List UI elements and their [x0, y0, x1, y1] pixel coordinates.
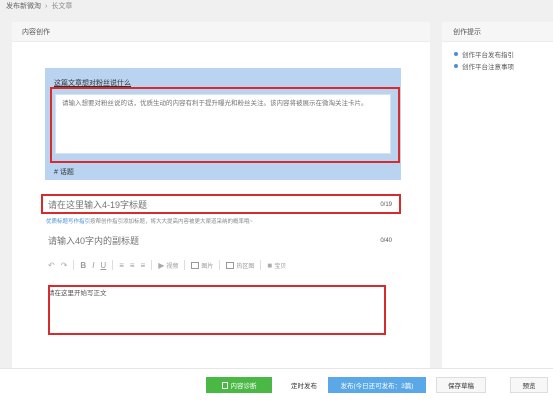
title-counter: 0/19 — [380, 202, 392, 208]
redo-icon[interactable]: ↷ — [61, 261, 68, 270]
insert-product-button[interactable]: ■ 宝贝 — [267, 261, 286, 270]
action-bar: 内容诊断 定时发布 发布(今日还可发布：3篇) 保存草稿 预览 — [0, 368, 553, 400]
diagnose-label: 内容诊断 — [230, 383, 257, 390]
bullet-icon — [454, 52, 458, 56]
toolbar-divider — [219, 260, 221, 270]
editor-toolbar: ↶ ↷ B I U ≡ ≡ ≡ ▶ 视频 图片 热区图 ■ 宝贝 — [48, 258, 286, 272]
preview-button[interactable]: 预览 — [510, 377, 548, 393]
subtitle-counter: 0/40 — [380, 238, 392, 244]
bold-button[interactable]: B — [80, 261, 86, 270]
topic-button[interactable]: # 话题 — [54, 167, 74, 177]
hint-text: 按帮创作指引添加标题，将大大提高内容被更大渠道采纳的概率哦~ — [90, 219, 253, 225]
toolbar-divider — [184, 260, 186, 270]
product-label: 宝贝 — [274, 263, 287, 270]
insert-video-button[interactable]: ▶ 视频 — [158, 261, 178, 270]
bag-icon: ■ — [267, 260, 273, 270]
tip-link-guide[interactable]: 创作平台发布指引 — [454, 48, 553, 60]
save-draft-button[interactable]: 保存草稿 — [436, 377, 486, 393]
insert-image-button[interactable]: 图片 — [191, 261, 213, 270]
tips-panel-title: 创作提示 — [442, 22, 553, 42]
bullet-icon — [454, 64, 458, 68]
breadcrumb-current: 长文章 — [51, 3, 73, 10]
tip-label: 创作平台发布指引 — [462, 52, 514, 59]
image-label: 图片 — [201, 263, 214, 270]
toolbar-divider — [73, 260, 75, 270]
insert-hotspot-button[interactable]: 热区图 — [226, 261, 254, 270]
title-row: 0/19 — [44, 196, 396, 214]
diagnose-button[interactable]: 内容诊断 — [206, 377, 272, 393]
align-right-button[interactable]: ≡ — [141, 261, 146, 270]
subtitle-row: 0/40 — [44, 233, 396, 249]
title-input[interactable] — [48, 200, 348, 210]
breadcrumb-separator: › — [45, 2, 48, 10]
toolbar-divider — [260, 260, 262, 270]
undo-icon[interactable]: ↶ — [48, 261, 55, 270]
underline-button[interactable]: U — [100, 261, 106, 270]
title-guide-link[interactable]: 优质标题写作指引 — [46, 219, 90, 225]
hotspot-label: 热区图 — [236, 263, 255, 270]
subtitle-input[interactable] — [48, 236, 348, 246]
align-left-button[interactable]: ≡ — [119, 261, 124, 270]
tip-link-notes[interactable]: 创作平台注意事项 — [454, 60, 553, 72]
document-icon — [221, 381, 228, 389]
card-prompt: 这篇文章想对粉丝说什么 — [54, 80, 131, 87]
video-icon: ▶ — [158, 260, 165, 270]
breadcrumb-root-link[interactable]: 发布新微淘 — [6, 1, 41, 11]
fan-message-input[interactable] — [55, 94, 391, 154]
tips-list: 创作平台发布指引 创作平台注意事项 — [442, 42, 553, 72]
toolbar-divider — [151, 260, 153, 270]
video-label: 视频 — [166, 263, 179, 270]
schedule-publish-button[interactable]: 定时发布 — [284, 377, 324, 393]
hotspot-icon — [226, 261, 235, 269]
tips-panel: 创作提示 创作平台发布指引 创作平台注意事项 — [442, 22, 553, 368]
title-hint: 优质标题写作指引按帮创作指引添加标题，将大大提高内容被更大渠道采纳的概率哦~ — [46, 217, 253, 225]
breadcrumb: 发布新微淘 › 长文章 — [6, 0, 72, 12]
publish-button[interactable]: 发布(今日还可发布：3篇) — [328, 377, 426, 393]
align-center-button[interactable]: ≡ — [130, 261, 135, 270]
fan-message-card: 这篇文章想对粉丝说什么 # 话题 — [45, 68, 401, 180]
toolbar-divider — [112, 260, 114, 270]
body-editor[interactable]: 请在这里开始写正文 — [48, 287, 107, 297]
panel-title: 内容创作 — [12, 22, 430, 42]
image-icon — [191, 261, 200, 269]
tip-label: 创作平台注意事项 — [462, 64, 514, 71]
italic-button[interactable]: I — [92, 261, 94, 270]
